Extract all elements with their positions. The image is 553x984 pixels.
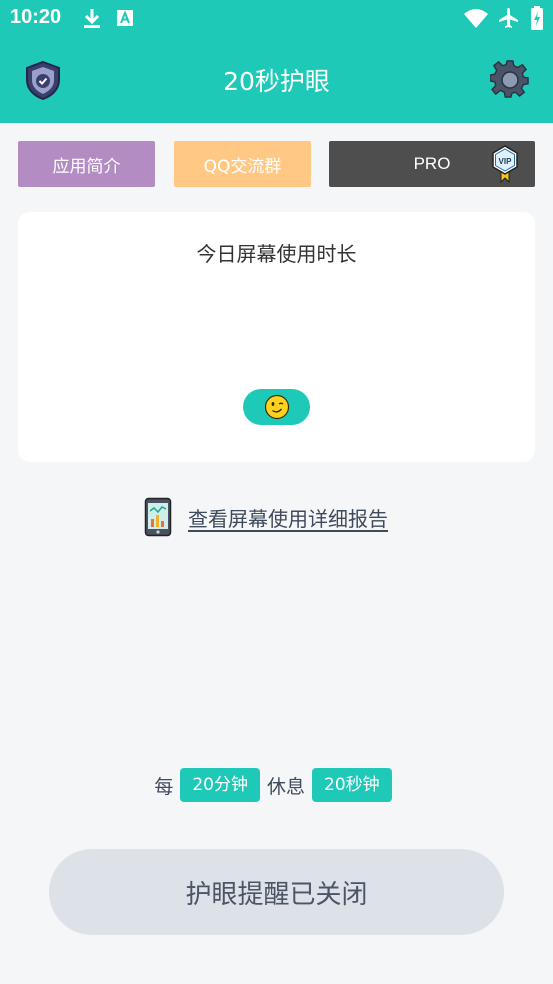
status-time: 10:20	[10, 6, 62, 28]
page-title: 20秒护眼	[223, 67, 330, 96]
reminder-schedule: 每 20分钟 休息 20秒钟	[0, 768, 553, 802]
eye-care-toggle-button[interactable]: 护眼提醒已关闭	[49, 849, 504, 935]
duration-chip[interactable]: 20秒钟	[312, 768, 392, 802]
wink-smile-icon	[264, 394, 289, 420]
phone-chart-icon	[144, 497, 172, 537]
svg-text:VIP: VIP	[499, 157, 513, 166]
screen-report-link[interactable]: 查看屏幕使用详细报告	[188, 503, 388, 532]
battery-icon	[531, 6, 543, 30]
wifi-icon	[464, 9, 488, 28]
status-bar: 10:20	[0, 0, 553, 38]
screen-time-title: 今日屏幕使用时长	[196, 242, 357, 266]
app-intro-button[interactable]: 应用简介	[18, 141, 155, 187]
pro-button-label: PRO	[413, 154, 451, 173]
report-row[interactable]: 查看屏幕使用详细报告	[144, 497, 388, 537]
rest-label: 休息	[267, 775, 306, 798]
gear-icon[interactable]	[490, 60, 530, 100]
qq-group-button[interactable]: QQ交流群	[174, 141, 311, 187]
top-bar: 10:20 20秒护眼	[0, 0, 553, 123]
font-a-icon	[117, 10, 133, 26]
download-icon	[84, 9, 100, 28]
pro-button[interactable]: PRO VIP	[329, 141, 535, 187]
every-label: 每	[154, 775, 174, 798]
screen-time-card: 今日屏幕使用时长	[18, 212, 535, 462]
vip-badge-icon: VIP	[492, 145, 518, 183]
airplane-icon	[499, 8, 518, 28]
interval-chip[interactable]: 20分钟	[180, 768, 260, 802]
screen-time-indicator	[243, 389, 310, 425]
